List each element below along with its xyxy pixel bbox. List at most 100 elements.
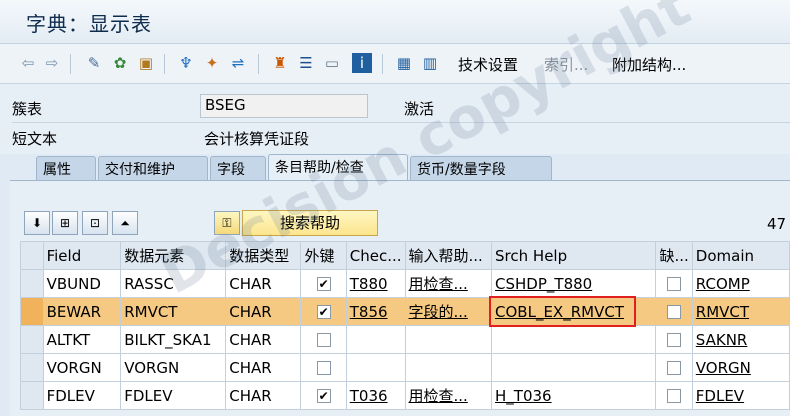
default-checkbox[interactable] bbox=[655, 353, 693, 382]
expand-all-icon[interactable]: ⬇ bbox=[24, 211, 50, 235]
table-row[interactable]: ALTKT BILKT_SKA1 CHAR SAKNR bbox=[20, 325, 790, 354]
table-row[interactable]: VORGN VORGN CHAR VORGN bbox=[20, 353, 790, 382]
info-icon[interactable]: i bbox=[352, 53, 372, 73]
default-checkbox[interactable] bbox=[655, 269, 693, 298]
other-object-icon[interactable]: ▣ bbox=[136, 53, 156, 73]
foreign-key-checkbox[interactable]: ✔ bbox=[300, 381, 347, 410]
unchecked-checkbox-icon[interactable] bbox=[667, 277, 682, 291]
stack-icon[interactable]: ☰ bbox=[296, 53, 316, 73]
unchecked-checkbox-icon[interactable] bbox=[667, 305, 682, 319]
unchecked-checkbox-icon[interactable] bbox=[316, 333, 331, 347]
unchecked-checkbox-icon[interactable] bbox=[667, 389, 682, 403]
table-name-field[interactable]: BSEG bbox=[200, 94, 368, 118]
row-selector[interactable] bbox=[20, 353, 44, 382]
activate-icon[interactable]: ✿ bbox=[110, 53, 130, 73]
forward-arrow-icon[interactable]: ⇨ bbox=[42, 53, 62, 73]
domain-cell[interactable]: RCOMP bbox=[691, 269, 790, 298]
column-header[interactable]: 数据元素 bbox=[120, 241, 227, 270]
check-table-cell[interactable] bbox=[345, 325, 406, 354]
default-checkbox[interactable] bbox=[655, 325, 693, 354]
tab-currency-quantity-fields[interactable]: 货币/数量字段 bbox=[410, 156, 552, 180]
input-help-cell[interactable]: 字段的... bbox=[404, 297, 493, 326]
domain-cell[interactable]: SAKNR bbox=[691, 325, 790, 354]
domain-cell[interactable]: FDLEV bbox=[691, 381, 790, 410]
search-help-cell[interactable] bbox=[491, 353, 657, 382]
layout-icon[interactable]: ▦ bbox=[394, 53, 414, 73]
domain-cell-text[interactable]: FDLEV bbox=[696, 387, 744, 405]
row-selector-header[interactable] bbox=[20, 241, 44, 270]
foreign-key-checkbox[interactable] bbox=[300, 325, 347, 354]
search-help-cell-text[interactable]: CSHDP_T880 bbox=[495, 275, 592, 293]
search-help-cell[interactable] bbox=[491, 325, 657, 354]
foreign-key-checkbox[interactable]: ✔ bbox=[300, 269, 347, 298]
hierarchy-icon[interactable]: ♜ bbox=[270, 53, 290, 73]
domain-cell-text[interactable]: VORGN bbox=[696, 359, 751, 377]
where-used-icon[interactable]: ♆ bbox=[176, 53, 196, 73]
magic-wand-icon[interactable]: ✦ bbox=[202, 53, 222, 73]
back-arrow-icon[interactable]: ⇦ bbox=[18, 53, 38, 73]
index-button[interactable]: 索引... bbox=[544, 54, 588, 75]
domain-cell[interactable]: RMVCT bbox=[691, 297, 790, 326]
check-table-cell-text[interactable]: T880 bbox=[350, 275, 388, 293]
check-table-cell[interactable] bbox=[345, 353, 406, 382]
unchecked-checkbox-icon[interactable] bbox=[667, 361, 682, 375]
check-table-cell[interactable]: T036 bbox=[345, 381, 406, 410]
table-view-icon[interactable]: ▥ bbox=[420, 53, 440, 73]
input-help-cell-text[interactable]: 用检查... bbox=[409, 387, 468, 405]
insert-row-icon[interactable]: ⊞ bbox=[52, 211, 78, 235]
search-help-cell[interactable]: CSHDP_T880 bbox=[491, 269, 657, 298]
column-header[interactable]: Field bbox=[42, 241, 122, 270]
input-help-cell-text[interactable]: 字段的... bbox=[409, 303, 468, 321]
table-row[interactable]: VBUND RASSC CHAR ✔ T880 用检查... CSHDP_T880 RCOMP bbox=[20, 269, 790, 298]
checked-checkbox-icon[interactable]: ✔ bbox=[316, 277, 331, 291]
checked-checkbox-icon[interactable]: ✔ bbox=[316, 305, 331, 319]
window-icon[interactable]: ▭ bbox=[322, 53, 342, 73]
append-structure-button[interactable]: 附加结构... bbox=[612, 54, 686, 75]
display-change-icon[interactable]: ✎ bbox=[84, 53, 104, 73]
unchecked-checkbox-icon[interactable] bbox=[316, 361, 331, 375]
input-help-cell[interactable] bbox=[404, 353, 493, 382]
column-header[interactable]: 外键 bbox=[300, 241, 347, 270]
row-selector[interactable] bbox=[20, 381, 44, 410]
row-selector[interactable] bbox=[20, 269, 44, 298]
check-table-cell[interactable]: T856 bbox=[345, 297, 406, 326]
domain-cell-text[interactable]: RCOMP bbox=[696, 275, 750, 293]
column-header[interactable]: 缺... bbox=[655, 241, 693, 270]
search-help-cell[interactable]: H_T036 bbox=[491, 381, 657, 410]
tech-settings-button[interactable]: 技术设置 bbox=[458, 54, 518, 75]
foreign-key-checkbox[interactable] bbox=[300, 353, 347, 382]
navigate-icon[interactable]: ⇌ bbox=[228, 53, 248, 73]
default-checkbox[interactable] bbox=[655, 381, 693, 410]
search-help-button[interactable]: 搜索帮助 bbox=[242, 210, 378, 236]
domain-cell[interactable]: VORGN bbox=[691, 353, 790, 382]
check-table-cell-text[interactable]: T036 bbox=[350, 387, 388, 405]
row-selector[interactable] bbox=[20, 297, 44, 326]
column-header[interactable]: Chec... bbox=[345, 241, 406, 270]
row-selector[interactable] bbox=[20, 325, 44, 354]
tab-attributes[interactable]: 属性 bbox=[36, 156, 96, 180]
column-header[interactable]: 数据类型 bbox=[225, 241, 302, 270]
table-row[interactable]: BEWAR RMVCT CHAR ✔ T856 字段的... COBL_EX_RMVCT RM… bbox=[20, 297, 790, 326]
tab-fields[interactable]: 字段 bbox=[210, 156, 266, 180]
checked-checkbox-icon[interactable]: ✔ bbox=[316, 389, 331, 403]
input-help-cell[interactable]: 用检查... bbox=[404, 381, 493, 410]
domain-cell-text[interactable]: SAKNR bbox=[696, 331, 748, 349]
search-help-cell-text[interactable]: H_T036 bbox=[495, 387, 552, 405]
table-row[interactable]: FDLEV FDLEV CHAR ✔ T036 用检查... H_T036 FDLEV bbox=[20, 381, 790, 410]
key-icon[interactable]: ⚿ bbox=[214, 211, 240, 235]
scroll-up-icon[interactable]: ⏶ bbox=[112, 211, 138, 235]
select-block-icon[interactable]: ⊡ bbox=[82, 211, 108, 235]
foreign-key-checkbox[interactable]: ✔ bbox=[300, 297, 347, 326]
check-table-cell[interactable]: T880 bbox=[345, 269, 406, 298]
tab-entry-help-check[interactable]: 条目帮助/检查 bbox=[268, 154, 408, 180]
default-checkbox[interactable] bbox=[655, 297, 693, 326]
check-table-cell-text[interactable]: T856 bbox=[350, 303, 388, 321]
column-header[interactable]: Domain bbox=[691, 241, 790, 270]
tab-delivery-maintenance[interactable]: 交付和维护 bbox=[98, 156, 208, 180]
input-help-cell[interactable] bbox=[404, 325, 493, 354]
input-help-cell-text[interactable]: 用检查... bbox=[409, 275, 468, 293]
column-header[interactable]: Srch Help bbox=[491, 241, 657, 270]
input-help-cell[interactable]: 用检查... bbox=[404, 269, 493, 298]
unchecked-checkbox-icon[interactable] bbox=[667, 333, 682, 347]
column-header[interactable]: 输入帮助... bbox=[404, 241, 493, 270]
